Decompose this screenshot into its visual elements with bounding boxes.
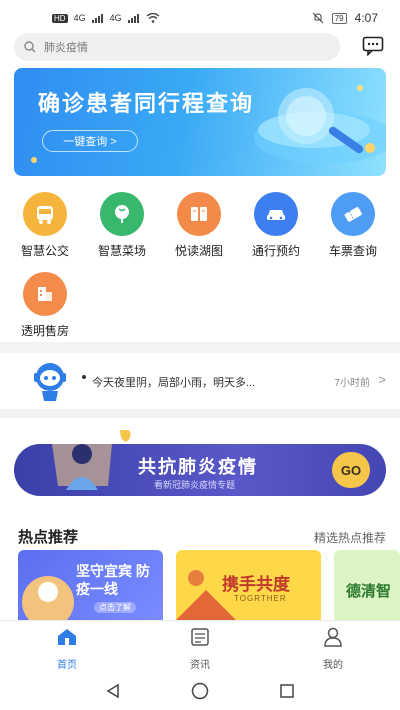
hot-section-title: 热点推荐: [18, 529, 79, 546]
wifi-icon: [146, 13, 160, 23]
service-item-bus[interactable]: 智慧公交: [10, 192, 80, 259]
promo-title: 共抗肺炎疫情: [138, 457, 258, 477]
banner-query-button[interactable]: 一键查询 >: [42, 130, 138, 152]
building-icon: [23, 272, 67, 316]
car-icon: [254, 192, 298, 236]
service-label: 智慧菜场: [97, 244, 146, 258]
tab-label: 资讯: [190, 660, 210, 671]
home-nav-icon[interactable]: [191, 682, 209, 700]
battery-level: 79: [331, 12, 347, 24]
signal-icon: [91, 13, 103, 23]
bus-icon: [23, 192, 67, 236]
hot-more-link[interactable]: 精选热点推荐: [314, 529, 386, 546]
message-icon[interactable]: [362, 36, 384, 56]
epidemic-promo-banner[interactable]: 共抗肺炎疫情 看新冠肺炎疫情专题 GO: [14, 430, 386, 496]
service-label: 透明售房: [20, 324, 69, 338]
card-title: 携手共度: [222, 575, 290, 594]
service-label: 悦读湖图: [174, 244, 223, 258]
service-item-pass[interactable]: 通行预约: [241, 192, 311, 259]
signal-2-label: 4G: [109, 13, 122, 23]
hot-card[interactable]: 携手共度 TOGRTHER: [176, 550, 321, 620]
tab-profile[interactable]: 我的: [303, 627, 363, 671]
recents-icon[interactable]: [279, 683, 295, 699]
banner-decoration: [31, 85, 386, 164]
service-label: 智慧公交: [20, 244, 69, 258]
signal-1-label: 4G: [73, 13, 86, 23]
chevron-right-icon: >: [378, 372, 386, 387]
status-time: 4:07: [354, 11, 378, 25]
banner-title: 确诊患者同行程查询: [38, 91, 255, 116]
service-item-ticket[interactable]: 车票查询: [318, 192, 388, 259]
profile-icon: [324, 627, 342, 647]
go-button[interactable]: GO: [332, 452, 370, 488]
service-label: 通行预约: [251, 244, 300, 258]
service-label: 车票查询: [328, 244, 377, 258]
mute-icon: [312, 12, 324, 24]
notice-bullet: [82, 375, 86, 379]
card-title: 德清智: [346, 583, 392, 600]
status-right: 79 4:07: [312, 11, 378, 25]
hd-badge: HD: [52, 13, 68, 23]
signal-icon: [127, 13, 139, 23]
weather-notice[interactable]: 今天夜里阴，局部小雨，明天多... 7小时前 >: [0, 353, 400, 409]
home-icon: [58, 629, 76, 645]
news-icon: [191, 628, 209, 646]
notice-text: 今天夜里阴，局部小雨，明天多...: [92, 377, 256, 389]
card-sub: 点击了解: [94, 602, 136, 613]
system-nav-bar: [0, 672, 400, 710]
back-icon[interactable]: [105, 683, 121, 699]
doctor-illustration: [52, 430, 131, 490]
tab-label: 我的: [323, 660, 343, 671]
search-input[interactable]: 肺炎疫情: [14, 33, 340, 61]
notice-time: 7小时前: [334, 378, 370, 389]
robot-mascot-icon: [34, 363, 66, 401]
ticket-icon: [331, 192, 375, 236]
status-left: HD 4G 4G: [52, 13, 160, 23]
tab-news[interactable]: 资讯: [170, 627, 230, 671]
service-item-reading[interactable]: 悦读湖图: [164, 192, 234, 259]
book-icon: [177, 192, 221, 236]
card-sub: TOGRTHER: [234, 594, 287, 603]
status-bar: HD 4G 4G 79 4:07: [0, 0, 400, 36]
tab-label: 首页: [57, 660, 77, 671]
trip-query-banner[interactable]: 确诊患者同行程查询 一键查询 >: [14, 68, 386, 176]
promo-subtitle: 看新冠肺炎疫情专题: [154, 480, 236, 490]
service-item-housing[interactable]: 透明售房: [10, 272, 80, 339]
hot-card[interactable]: 坚守宜宾 防疫一线 点击了解: [18, 550, 163, 620]
hot-card[interactable]: 德清智: [334, 550, 400, 620]
tab-home[interactable]: 首页: [37, 627, 97, 671]
card-title: 坚守宜宾 防疫一线: [76, 563, 150, 597]
service-item-market[interactable]: 智慧菜场: [87, 192, 157, 259]
search-icon: [24, 41, 36, 53]
vegetable-icon: [100, 192, 144, 236]
search-placeholder: 肺炎疫情: [44, 42, 88, 54]
bottom-tab-bar: 首页 资讯 我的: [0, 620, 400, 672]
